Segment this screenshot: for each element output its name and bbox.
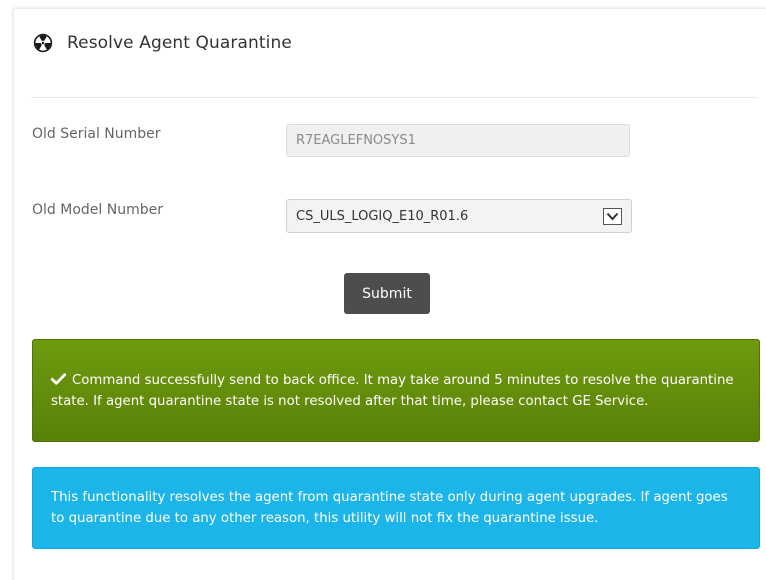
info-alert-text: This functionality resolves the agent fr… [51,490,728,526]
success-alert-body: Command successfully send to back office… [51,370,741,412]
chevron-down-glyph [606,212,619,220]
old-serial-number-label: Old Serial Number [32,126,161,142]
info-alert: This functionality resolves the agent fr… [32,467,760,549]
panel-header: Resolve Agent Quarantine [33,30,292,56]
old-model-number-value: CS_ULS_LOGIQ_E10_R01.6 [296,208,469,224]
page-title: Resolve Agent Quarantine [67,33,292,53]
old-model-number-select[interactable]: CS_ULS_LOGIQ_E10_R01.6 [286,199,632,233]
success-alert: Command successfully send to back office… [32,339,760,442]
checkmark-icon [51,372,66,385]
success-alert-text: Command successfully send to back office… [51,372,734,409]
old-serial-number-input[interactable] [286,124,630,157]
old-model-number-label: Old Model Number [32,202,163,218]
chevron-down-icon[interactable] [603,207,622,225]
radiation-icon [33,33,53,53]
resolve-quarantine-panel: Resolve Agent Quarantine Old Serial Numb… [13,8,766,580]
submit-button[interactable]: Submit [344,273,430,314]
header-divider [31,97,757,98]
